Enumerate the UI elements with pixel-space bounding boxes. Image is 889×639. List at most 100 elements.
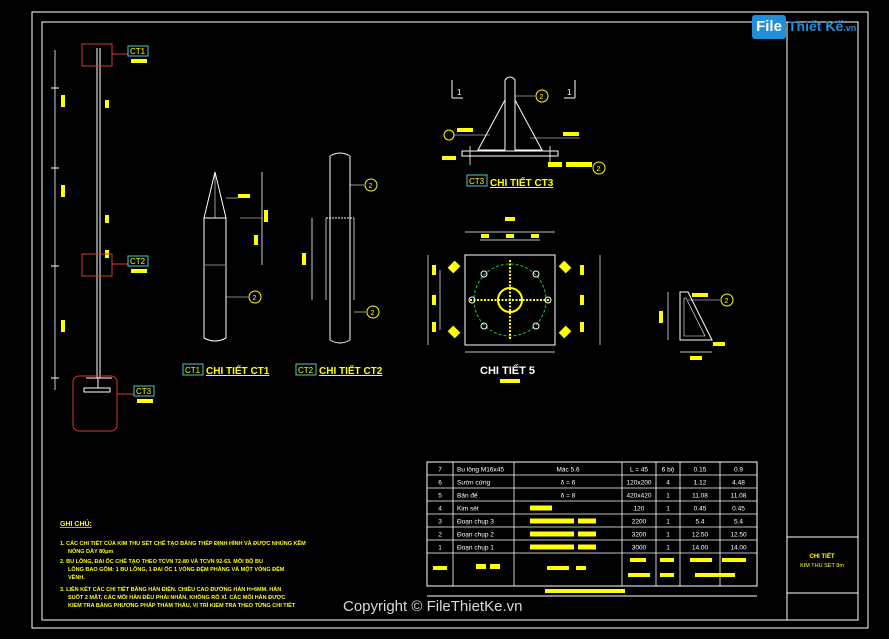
bom-cell-name: Sườn cứng (457, 480, 491, 487)
plate-dim-value (506, 234, 514, 238)
bom-spec-placeholder (578, 518, 596, 524)
gusset-item-number: 2 (725, 298, 729, 305)
bom-cell-total-w: 0.9 (734, 467, 743, 474)
gusset-inner (683, 297, 706, 337)
dim-value (61, 95, 65, 107)
bom-header-cell (433, 566, 447, 570)
title-block-line2: KIM THU SÉT 8m (800, 562, 844, 569)
detail-ct3: 1 1 2 2 CT3 CHI TIẾT CT3 (442, 76, 606, 189)
ct2-dim-value (302, 253, 306, 265)
brand-logo-text: Thiết Kế.vn (788, 18, 856, 34)
bom-cell-size: 2200 (632, 519, 647, 526)
bom-spec-placeholder (532, 531, 574, 537)
bom-header-cell (628, 573, 650, 577)
bom-cell-no: 4 (438, 506, 442, 513)
mast-base-plate (83, 387, 111, 393)
ct1-item-number: 2 (253, 295, 257, 302)
ct2-break-top (329, 152, 351, 157)
bom-cell-no: 7 (438, 467, 442, 474)
ct1-title-tag: CT1 (185, 366, 201, 375)
bom-header-cell (660, 558, 674, 562)
inner-frame (41, 21, 859, 621)
brand-logo: File Thiết Kế.vn (752, 15, 860, 41)
detail-ct2: 2 2 CT2 CHI TIẾT CT2 (295, 152, 383, 377)
brand-name: Thiết Kế (788, 18, 844, 34)
plate-label (558, 325, 572, 339)
title-block: CHI TIẾT KIM THU SÉT 8m (800, 553, 844, 569)
ct2-title: CHI TIẾT CT2 (319, 364, 383, 377)
ct2-item-number: 2 (371, 310, 375, 317)
bom-header-cell (576, 566, 586, 570)
bom-cell-unit-w: 1.12 (694, 480, 707, 487)
note-line: LÔNG BAO GỒM: 1 BU LÔNG, 1 ĐAI ỐC 1 VÒNG… (68, 565, 285, 573)
label-mark (105, 215, 109, 223)
brand-logo-box: File (752, 15, 786, 39)
ct3-item-bubble (443, 129, 455, 141)
gusset-detail: 2 (659, 291, 734, 360)
note-line: SUỐT 2 MẶT, CÁC MỐI HÀN ĐỀU PHẢI NHẴN, K… (68, 593, 285, 601)
bom-cell-qty: 1 (666, 532, 670, 539)
plate-dim-value (580, 295, 584, 305)
bom-cell-size: 120x200 (627, 480, 652, 487)
ct3-label (548, 162, 562, 167)
ct3-region-marker (72, 375, 118, 432)
copyright-watermark: Copyright © FileThietKe.vn (343, 598, 523, 615)
bom-cell-unit-w: 0.15 (694, 467, 707, 474)
plate-dim-value (481, 234, 489, 238)
gusset-label (713, 342, 725, 346)
bom-cell-name: Đoạn chụp 3 (457, 519, 494, 526)
ct1-dim-value (264, 210, 268, 222)
ct2-break-bottom (329, 339, 351, 344)
ct3-title: CHI TIẾT CT3 (490, 176, 554, 189)
bom-spec-placeholder (578, 544, 596, 550)
bolt-hole (532, 322, 540, 330)
bom-cell-no: 1 (438, 545, 442, 552)
bom-header-cell (630, 558, 646, 562)
ct3-label (442, 156, 456, 160)
plate-label (447, 325, 461, 339)
bolt-hole (532, 270, 540, 278)
bom-header-cell (476, 564, 486, 569)
bom-cell-name: Đoạn chụp 1 (457, 545, 494, 552)
bom-cell-no: 6 (438, 480, 442, 487)
ct3-title-tag: CT3 (469, 177, 485, 186)
plate-label (558, 260, 572, 274)
detail5-title: CHI TIẾT 5 (480, 364, 535, 377)
bom-cell-size: 420x420 (627, 493, 652, 500)
bom-header-cell (490, 564, 500, 569)
bom-cell-no: 5 (438, 493, 442, 500)
ct3-tag: CT3 (136, 387, 152, 396)
note-line: KIỂM TRA BẰNG PHƯƠNG PHÁP THẨM THẤU, VỊ … (68, 601, 296, 609)
ct3-item-number: 2 (540, 94, 544, 101)
ct3-thickness-label (563, 132, 579, 136)
notes-block: GHI CHÚ: 1. CÁC CHI TIẾT CỦA KIM THU SÉT… (60, 519, 306, 609)
bom-cell-spec: Mác 5.6 (556, 467, 580, 474)
bom-cell-placeholder (530, 505, 552, 511)
plate-dim-value (531, 234, 539, 238)
detail-ct1: 2 CT1 CHI TIẾT CT1 (182, 171, 270, 377)
plate-dim-value (580, 322, 584, 332)
bom-cell-spec: δ = 8 (561, 493, 576, 500)
ct1-leader-label (238, 194, 250, 198)
bom-cell-unit-w: 5.4 (695, 519, 704, 526)
bom-cell-no: 3 (438, 519, 442, 526)
bom-cell-name: Đoạn chụp 2 (457, 532, 494, 539)
bolt-hole (480, 322, 488, 330)
ct1-title: CHI TIẾT CT1 (206, 364, 270, 377)
bom-cell-total-w: 4.48 (732, 480, 745, 487)
ct1-tag: CT1 (130, 47, 146, 56)
bom-cell-unit-w: 12.50 (692, 532, 709, 539)
bom-cell-size: 3200 (632, 532, 647, 539)
ct2-tag: CT2 (130, 257, 146, 266)
bom-cell-unit-w: 14.00 (692, 545, 709, 552)
bom-footer-text (545, 589, 625, 593)
note-line: 3. LIÊN KẾT CÁC CHI TIẾT BẰNG HÀN ĐIỆN. … (60, 585, 281, 593)
ct1-break-line (203, 337, 227, 342)
note-line: NÓNG DÀY 80μm (68, 547, 114, 555)
bom-cell-size: 120 (634, 506, 645, 513)
ct3-tag-scale (137, 399, 153, 403)
bill-of-materials: 7 Bu lông M16x45 Mác 5.6 L = 45 6 bộ 0.15 0.9 6… (426, 461, 758, 597)
bom-cell-name: Bu lông M16x45 (457, 467, 504, 474)
detail-5: CHI TIẾT 5 (427, 217, 601, 383)
bom-spec-placeholder (532, 544, 574, 550)
